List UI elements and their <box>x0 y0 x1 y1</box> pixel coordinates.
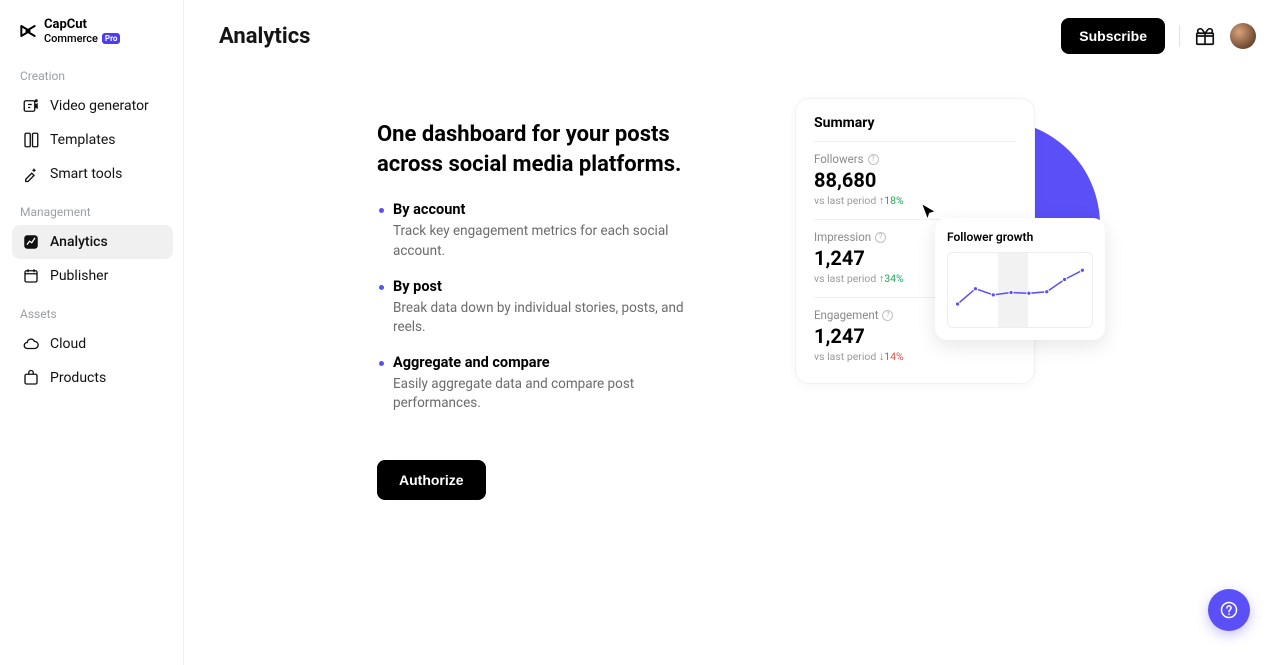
brand-subtitle: Commerce <box>44 32 98 45</box>
capcut-icon <box>18 21 38 41</box>
feature-desc: Easily aggregate data and compare post p… <box>377 375 717 414</box>
nav-section-assets: Assets <box>20 307 173 321</box>
sidebar-item-video-generator[interactable]: Video generator <box>12 89 173 123</box>
sidebar-item-label: Products <box>50 370 106 386</box>
gift-icon[interactable] <box>1194 25 1216 47</box>
products-icon <box>22 369 40 387</box>
sidebar-item-label: Video generator <box>50 98 149 114</box>
sidebar-item-smart-tools[interactable]: Smart tools <box>12 157 173 191</box>
feature-desc: Break data down by individual stories, p… <box>377 299 717 338</box>
feature-title: By post <box>377 278 717 295</box>
subscribe-button[interactable]: Subscribe <box>1061 18 1165 54</box>
metric-delta: ↑18% <box>879 194 904 207</box>
metric-label-text: Engagement <box>814 308 878 322</box>
sidebar-item-analytics[interactable]: Analytics <box>12 225 173 259</box>
analytics-icon <box>22 233 40 251</box>
help-fab[interactable] <box>1208 589 1250 631</box>
metric-delta: ↓14% <box>879 350 904 363</box>
metric-label-text: Impression <box>814 230 871 244</box>
page-title: Analytics <box>219 24 310 49</box>
avatar[interactable] <box>1230 23 1256 49</box>
help-icon <box>1219 600 1239 620</box>
help-icon: ? <box>875 232 886 243</box>
sidebar-item-publisher[interactable]: Publisher <box>12 259 173 293</box>
follower-growth-chart <box>947 252 1093 328</box>
metric-value: 88,680 <box>814 168 1016 192</box>
metric-sub-prefix: vs last period <box>814 194 876 207</box>
brand-name: CapCut <box>44 18 120 32</box>
sidebar-item-label: Analytics <box>50 234 108 250</box>
feature-by-account: By account Track key engagement metrics … <box>377 201 717 261</box>
divider <box>1179 25 1180 47</box>
sidebar-item-label: Templates <box>50 132 116 148</box>
follower-growth-popover: Follower growth <box>935 218 1105 340</box>
analytics-illustration: Summary Followers ? 88,680 vs last perio… <box>760 90 1120 430</box>
feature-title: By account <box>377 201 717 218</box>
metric-followers: Followers ? 88,680 vs last period ↑18% <box>814 141 1016 219</box>
header: Analytics Subscribe <box>219 16 1256 56</box>
metric-label-text: Followers <box>814 152 864 166</box>
sidebar: CapCut Commerce Pro Creation Video gener… <box>0 0 184 665</box>
sidebar-item-label: Cloud <box>50 336 86 352</box>
help-icon: ? <box>868 154 879 165</box>
metric-sub-prefix: vs last period <box>814 350 876 363</box>
video-generator-icon <box>22 97 40 115</box>
feature-desc: Track key engagement metrics for each so… <box>377 222 717 261</box>
cloud-icon <box>22 335 40 353</box>
nav-section-management: Management <box>20 205 173 219</box>
metric-delta: ↑34% <box>879 272 904 285</box>
sidebar-item-label: Smart tools <box>50 166 122 182</box>
feature-by-post: By post Break data down by individual st… <box>377 278 717 338</box>
cursor-icon <box>920 203 940 223</box>
help-icon: ? <box>882 310 893 321</box>
metric-sub-prefix: vs last period <box>814 272 876 285</box>
nav-section-creation: Creation <box>20 69 173 83</box>
sidebar-item-templates[interactable]: Templates <box>12 123 173 157</box>
sidebar-item-cloud[interactable]: Cloud <box>12 327 173 361</box>
smart-tools-icon <box>22 165 40 183</box>
main-headline: One dashboard for your posts across soci… <box>377 120 717 179</box>
authorize-button[interactable]: Authorize <box>377 460 486 500</box>
pro-badge: Pro <box>102 33 120 44</box>
feature-aggregate: Aggregate and compare Easily aggregate d… <box>377 354 717 414</box>
brand-logo[interactable]: CapCut Commerce Pro <box>18 18 173 45</box>
summary-title: Summary <box>814 115 1016 131</box>
sidebar-item-label: Publisher <box>50 268 108 284</box>
publisher-icon <box>22 267 40 285</box>
templates-icon <box>22 131 40 149</box>
sidebar-item-products[interactable]: Products <box>12 361 173 395</box>
popover-title: Follower growth <box>947 230 1093 244</box>
feature-title: Aggregate and compare <box>377 354 717 371</box>
